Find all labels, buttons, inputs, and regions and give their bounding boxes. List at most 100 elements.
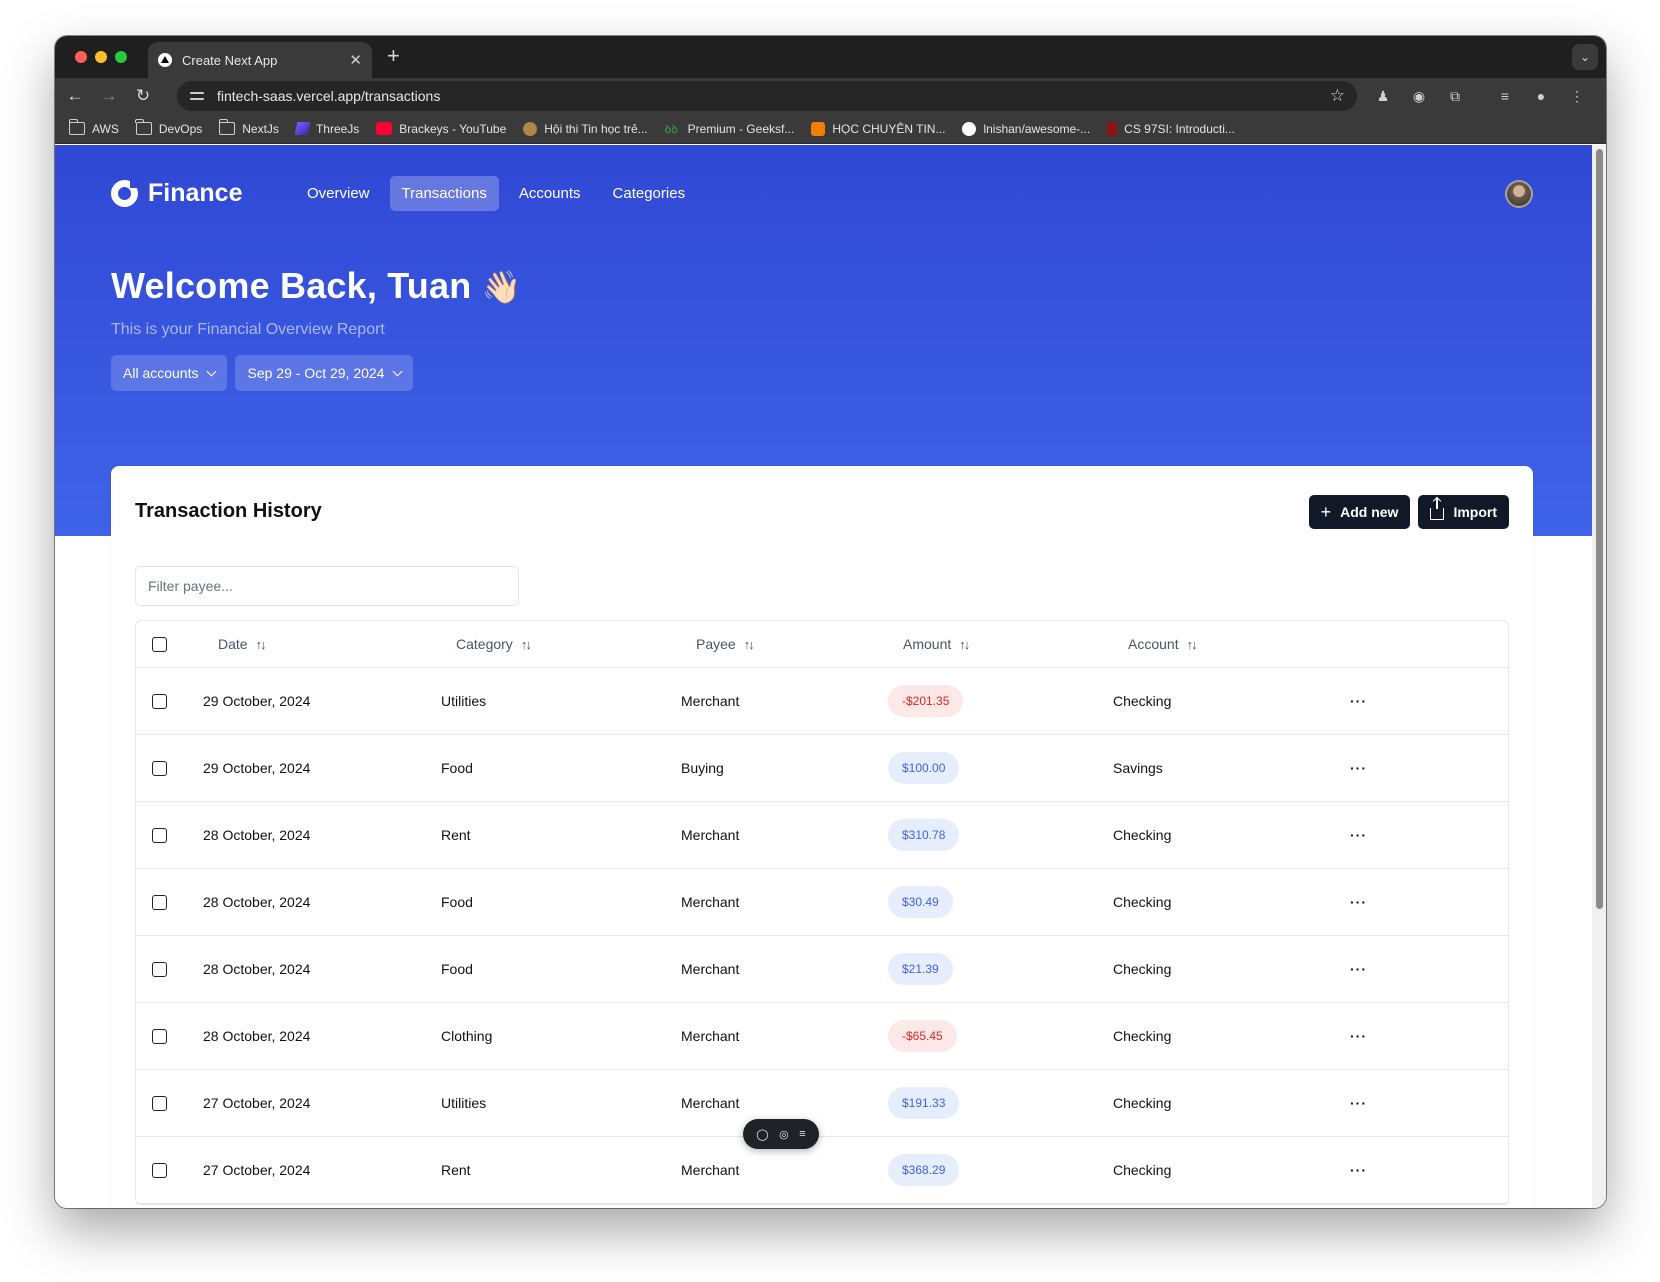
transactions-table: Date ↑↓ Category ↑↓ Payee ↑↓ Amount ↑↓ Accou… bbox=[135, 620, 1509, 1205]
browser-menu-icon[interactable]: ⋮ bbox=[1567, 86, 1587, 106]
row-checkbox[interactable] bbox=[152, 760, 167, 776]
row-actions-icon[interactable]: ··· bbox=[1350, 827, 1367, 843]
sort-amount-button[interactable]: Amount ↑↓ bbox=[903, 621, 970, 667]
payee-cell: Merchant bbox=[681, 894, 740, 910]
row-checkbox[interactable] bbox=[152, 1028, 167, 1044]
table-row[interactable]: 28 October, 2024 Clothing Merchant -$65.… bbox=[136, 1003, 1508, 1070]
sort-payee-button[interactable]: Payee ↑↓ bbox=[696, 621, 755, 667]
table-row[interactable]: 29 October, 2024 Utilities Merchant -$20… bbox=[136, 668, 1508, 735]
address-bar[interactable]: fintech-saas.vercel.app/transactions ☆ bbox=[177, 81, 1357, 111]
user-avatar[interactable] bbox=[1505, 180, 1533, 208]
table-row[interactable]: 27 October, 2024 Utilities Merchant $191… bbox=[136, 1070, 1508, 1137]
bookmark-item[interactable]: ThreeJs bbox=[294, 122, 359, 136]
brand-logo[interactable]: Finance bbox=[111, 179, 242, 208]
browser-tab[interactable]: Create Next App ✕ bbox=[148, 42, 372, 78]
table-row[interactable]: 28 October, 2024 Rent Merchant $310.78 C… bbox=[136, 802, 1508, 869]
row-checkbox[interactable] bbox=[152, 961, 167, 977]
minimize-window-button[interactable] bbox=[95, 51, 107, 63]
folder-icon bbox=[135, 119, 152, 135]
date-range-picker[interactable]: Sep 29 - Oct 29, 2024 bbox=[235, 355, 414, 391]
amount-badge: $30.49 bbox=[888, 886, 953, 918]
row-actions-icon[interactable]: ··· bbox=[1350, 760, 1367, 776]
category-cell: Food bbox=[441, 961, 473, 977]
stanford-icon bbox=[1107, 121, 1118, 136]
tab-search-button[interactable]: ⌄ bbox=[1572, 44, 1598, 70]
payee-cell: Merchant bbox=[681, 693, 740, 709]
reload-icon[interactable]: ↻ bbox=[131, 84, 155, 108]
bookmark-item[interactable]: AWS bbox=[68, 119, 119, 136]
scrollbar-thumb[interactable] bbox=[1596, 149, 1603, 909]
row-actions-icon[interactable]: ··· bbox=[1350, 894, 1367, 910]
profile-icon[interactable]: ● bbox=[1531, 86, 1551, 106]
row-actions-icon[interactable]: ··· bbox=[1350, 1028, 1367, 1044]
table-row[interactable]: 28 October, 2024 Food Merchant $30.49 Ch… bbox=[136, 869, 1508, 936]
extensions-puzzle-icon[interactable]: ⧉ bbox=[1445, 86, 1465, 106]
bookmark-item[interactable]: lnishan/awesome-... bbox=[962, 121, 1090, 136]
select-all-cell bbox=[152, 621, 167, 667]
table-row[interactable]: 27 October, 2024 Rent Merchant $368.29 C… bbox=[136, 1137, 1508, 1204]
select-all-checkbox[interactable] bbox=[152, 636, 167, 652]
bookmark-item[interactable]: HỌC CHUYÊN TIN... bbox=[811, 121, 945, 136]
table-row[interactable]: 29 October, 2024 Food Buying $100.00 Sav… bbox=[136, 735, 1508, 802]
list-icon[interactable]: ≡ bbox=[799, 1128, 805, 1140]
date-cell: 28 October, 2024 bbox=[203, 961, 311, 977]
sort-account-button[interactable]: Account ↑↓ bbox=[1128, 621, 1198, 667]
page-scrollbar[interactable] bbox=[1592, 145, 1606, 1208]
table-row[interactable]: 28 October, 2024 Food Merchant $21.39 Ch… bbox=[136, 936, 1508, 1003]
amount-badge: $21.39 bbox=[888, 953, 953, 985]
amount-badge: $368.29 bbox=[888, 1154, 960, 1186]
tab-close-icon[interactable]: ✕ bbox=[349, 51, 362, 69]
extension-icon[interactable]: ♟ bbox=[1373, 86, 1393, 106]
sort-category-button[interactable]: Category ↑↓ bbox=[456, 621, 532, 667]
row-actions-icon[interactable]: ··· bbox=[1350, 693, 1367, 709]
add-new-button[interactable]: + Add new bbox=[1308, 495, 1411, 529]
nav-overview[interactable]: Overview bbox=[295, 176, 382, 211]
camera-extension-icon[interactable]: ◉ bbox=[1409, 86, 1429, 106]
page-viewport: Finance Overview Transactions Accounts C… bbox=[55, 145, 1606, 1208]
bookmark-item[interactable]: DevOps bbox=[135, 119, 202, 136]
import-button[interactable]: Import bbox=[1418, 495, 1509, 529]
bookmark-star-icon[interactable]: ☆ bbox=[1330, 86, 1345, 106]
bookmark-item[interactable]: NextJs bbox=[218, 119, 279, 136]
row-actions-icon[interactable]: ··· bbox=[1350, 1162, 1367, 1178]
nav-transactions[interactable]: Transactions bbox=[389, 176, 499, 211]
nav-accounts[interactable]: Accounts bbox=[507, 176, 593, 211]
eye-icon[interactable]: ◎ bbox=[779, 1128, 789, 1141]
nav-categories[interactable]: Categories bbox=[601, 176, 698, 211]
bookmark-item[interactable]: Hội thi Tin học trẻ... bbox=[523, 121, 648, 136]
filter-payee-input[interactable] bbox=[135, 566, 519, 606]
plus-icon: + bbox=[1320, 501, 1332, 522]
maximize-window-button[interactable] bbox=[115, 51, 127, 63]
sort-date-button[interactable]: Date ↑↓ bbox=[218, 621, 267, 667]
comment-icon[interactable]: ◯ bbox=[756, 1128, 768, 1141]
row-actions-icon[interactable]: ··· bbox=[1350, 1095, 1367, 1111]
payee-cell: Merchant bbox=[681, 961, 740, 977]
filter-bar: All accounts Sep 29 - Oct 29, 2024 bbox=[111, 355, 414, 391]
youtube-icon bbox=[376, 122, 393, 135]
category-cell: Clothing bbox=[441, 1028, 493, 1044]
site-settings-icon[interactable] bbox=[189, 88, 205, 104]
account-cell: Checking bbox=[1113, 827, 1172, 843]
row-actions-icon[interactable]: ··· bbox=[1350, 961, 1367, 977]
new-tab-button[interactable]: + bbox=[387, 44, 400, 68]
close-window-button[interactable] bbox=[75, 51, 87, 63]
main-nav: Overview Transactions Accounts Categorie… bbox=[295, 176, 697, 211]
date-cell: 28 October, 2024 bbox=[203, 1028, 311, 1044]
row-checkbox[interactable] bbox=[152, 693, 167, 709]
folder-icon bbox=[68, 119, 85, 135]
back-arrow-icon[interactable]: ← bbox=[63, 84, 87, 108]
row-checkbox[interactable] bbox=[152, 1095, 167, 1111]
row-checkbox[interactable] bbox=[152, 827, 167, 843]
row-checkbox[interactable] bbox=[152, 1162, 167, 1178]
media-controls-icon[interactable]: ≡ bbox=[1495, 86, 1515, 106]
amount-badge: -$201.35 bbox=[888, 685, 964, 717]
payee-cell: Merchant bbox=[681, 1095, 740, 1111]
account-filter-select[interactable]: All accounts bbox=[111, 355, 228, 391]
row-checkbox[interactable] bbox=[152, 894, 167, 910]
table-header: Date ↑↓ Category ↑↓ Payee ↑↓ Amount ↑↓ Accou… bbox=[136, 621, 1508, 668]
bookmark-item[interactable]: CS 97SI: Introducti... bbox=[1107, 121, 1235, 136]
bookmark-item[interactable]: ꝺꝺ Premium - Geeksf... bbox=[665, 122, 795, 137]
category-cell: Utilities bbox=[441, 693, 487, 709]
bookmark-item[interactable]: Brackeys - YouTube bbox=[376, 122, 506, 136]
forward-arrow-icon[interactable]: → bbox=[97, 84, 121, 108]
